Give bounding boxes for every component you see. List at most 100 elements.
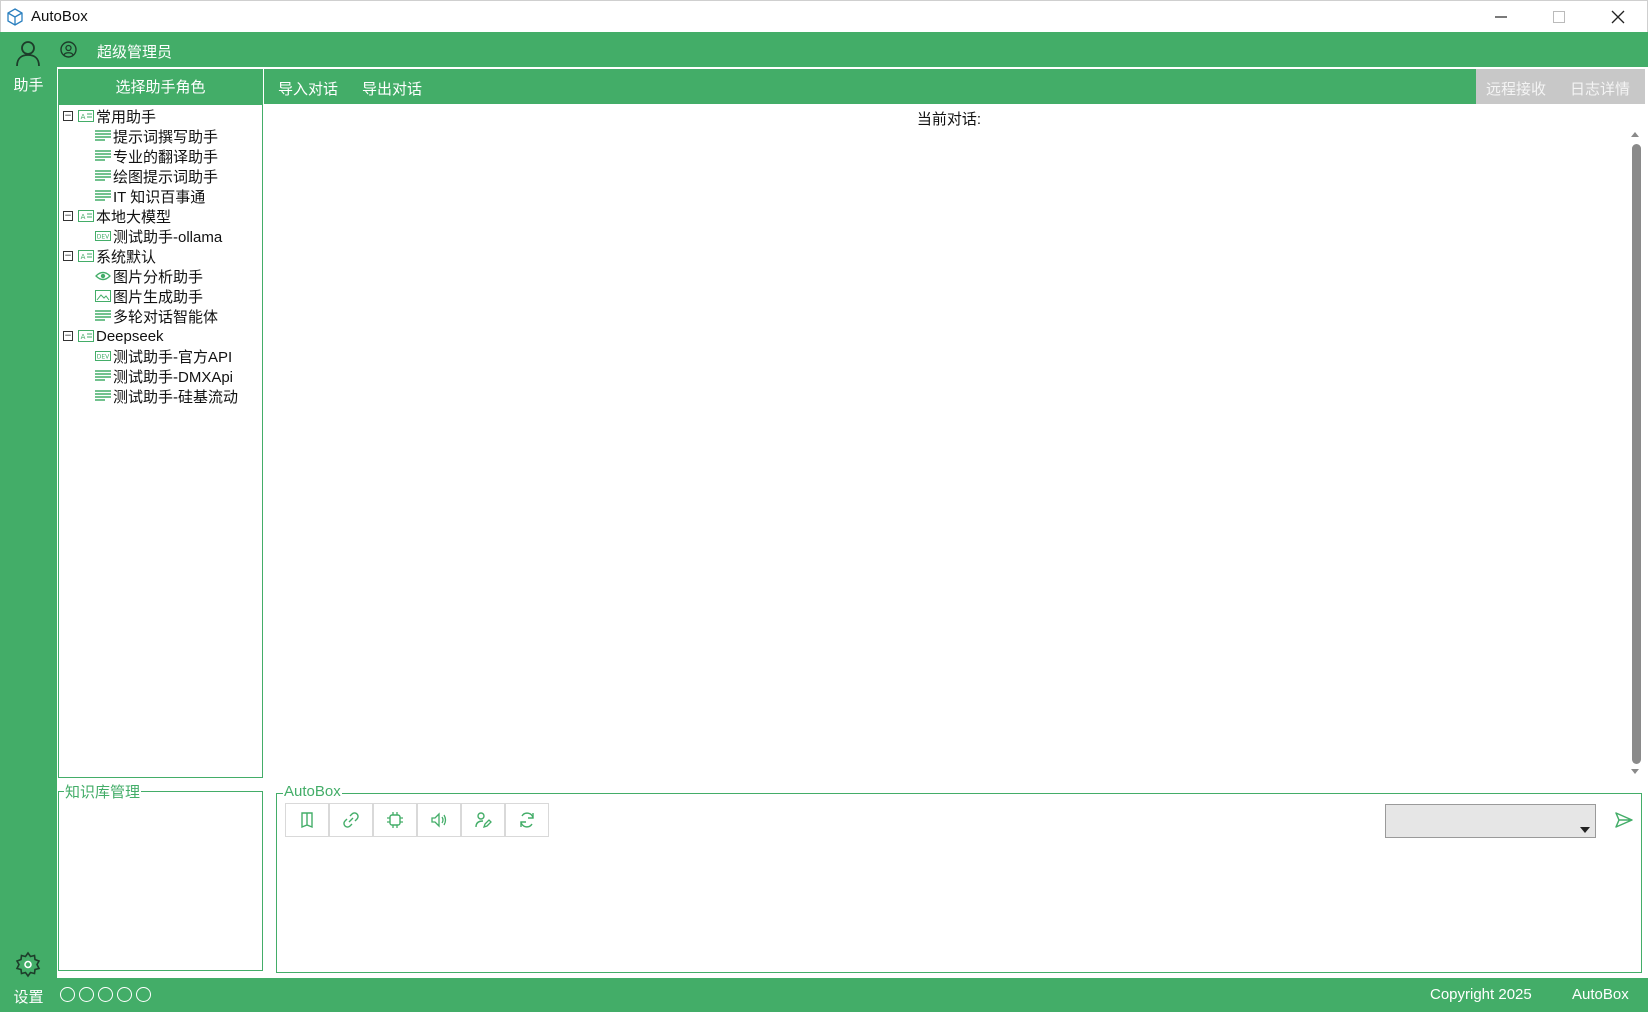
- log-details-button[interactable]: 日志详情: [1570, 78, 1630, 99]
- tree-item[interactable]: DEV 测试助手-官方API: [63, 346, 259, 366]
- tree-item[interactable]: 提示词撰写助手: [63, 126, 259, 146]
- lines-icon: [95, 190, 111, 202]
- tree-item-label: 绘图提示词助手: [113, 168, 219, 186]
- app-cube-icon: [6, 8, 24, 26]
- collapse-toggle-icon[interactable]: −: [63, 211, 73, 221]
- tree-group[interactable]: − A 常用助手: [63, 106, 259, 126]
- lines-icon: [95, 150, 111, 162]
- tree-group[interactable]: − A Deepseek: [63, 326, 259, 346]
- tree-item[interactable]: 测试助手-硅基流动: [63, 386, 259, 406]
- book-icon[interactable]: [285, 803, 329, 837]
- group-folder-icon: A: [78, 250, 94, 262]
- tree-item[interactable]: 测试助手-DMXApi: [63, 366, 259, 386]
- minimize-button[interactable]: [1474, 1, 1528, 33]
- group-folder-icon: A: [78, 110, 94, 122]
- tree-item-label: 测试助手-DMXApi: [113, 368, 234, 386]
- status-dot[interactable]: [136, 987, 151, 1002]
- lines-icon: [95, 390, 111, 402]
- tree-item[interactable]: 专业的翻译助手: [63, 146, 259, 166]
- left-rail: 助手 设置: [0, 32, 57, 1012]
- window-title: AutoBox: [31, 8, 88, 25]
- gear-icon[interactable]: [14, 951, 42, 979]
- tree-group-label: 系统默认: [96, 248, 157, 266]
- status-dot[interactable]: [79, 987, 94, 1002]
- input-group-title: AutoBox: [283, 783, 342, 800]
- user-name[interactable]: 超级管理员: [97, 41, 172, 62]
- lines-icon: [95, 170, 111, 182]
- tree-group-label: Deepseek: [96, 327, 164, 345]
- user-bar: 超级管理员: [57, 32, 1648, 67]
- tree-item-label: 测试助手-ollama: [113, 228, 223, 246]
- tree-item-label: 提示词撰写助手: [113, 128, 219, 146]
- tree-item-label: 测试助手-硅基流动: [113, 388, 238, 406]
- tree-item-label: 图片生成助手: [113, 288, 204, 306]
- tree-item[interactable]: 多轮对话智能体: [63, 306, 259, 326]
- import-conversation-button[interactable]: 导入对话: [278, 78, 338, 99]
- tree-item[interactable]: 图片分析助手: [63, 266, 259, 286]
- tree-group[interactable]: − A 系统默认: [63, 246, 259, 266]
- role-panel: 选择助手角色 − A 常用助手 提示词撰写助手 专业的翻译助手 绘图提示词助手 IT 知识百…: [58, 69, 263, 778]
- dev-icon: DEV: [95, 230, 111, 242]
- input-group: AutoBox: [276, 783, 1642, 973]
- scroll-down-arrow-icon[interactable]: [1630, 768, 1640, 776]
- chip-icon[interactable]: [373, 803, 417, 837]
- send-icon: [1615, 812, 1633, 828]
- tree-item-label: 多轮对话智能体: [113, 308, 219, 326]
- svg-text:A: A: [81, 113, 86, 121]
- lines-icon: [95, 310, 111, 322]
- status-dot[interactable]: [60, 987, 75, 1002]
- group-folder-icon: A: [78, 210, 94, 222]
- chevron-down-icon: [1580, 827, 1590, 833]
- knowledge-panel: 知识库管理: [58, 781, 263, 971]
- tree-item[interactable]: 绘图提示词助手: [63, 166, 259, 186]
- brand-text: AutoBox: [1572, 986, 1629, 1003]
- user-edit-icon[interactable]: [461, 803, 505, 837]
- status-dot[interactable]: [117, 987, 132, 1002]
- chat-toolbar-right: 远程接收 日志详情: [1476, 69, 1645, 104]
- copyright-text: Copyright 2025: [1430, 986, 1532, 1003]
- speaker-icon[interactable]: [417, 803, 461, 837]
- tree-item[interactable]: 图片生成助手: [63, 286, 259, 306]
- model-select[interactable]: [1385, 804, 1596, 838]
- tree-group[interactable]: − A 本地大模型: [63, 206, 259, 226]
- assistant-user-icon[interactable]: [14, 39, 42, 67]
- image-icon: [95, 290, 111, 302]
- link-icon[interactable]: [329, 803, 373, 837]
- send-button[interactable]: [1610, 805, 1638, 835]
- svg-text:A: A: [81, 213, 86, 221]
- scroll-up-arrow-icon[interactable]: [1630, 130, 1640, 138]
- dev-icon: DEV: [95, 350, 111, 362]
- lines-icon: [95, 130, 111, 142]
- refresh-icon[interactable]: [505, 803, 549, 837]
- tree-item[interactable]: IT 知识百事通: [63, 186, 259, 206]
- scroll-thumb[interactable]: [1632, 144, 1641, 764]
- chat-toolbar: 导入对话 导出对话: [264, 69, 1476, 104]
- knowledge-panel-title: 知识库管理: [64, 781, 142, 802]
- group-folder-icon: A: [78, 330, 94, 342]
- collapse-toggle-icon[interactable]: −: [63, 331, 73, 341]
- tree-item-label: 测试助手-官方API: [113, 348, 233, 366]
- eye-icon: [95, 270, 111, 282]
- collapse-toggle-icon[interactable]: −: [63, 251, 73, 261]
- title-bar: AutoBox: [0, 0, 1648, 32]
- tree-group-label: 本地大模型: [96, 208, 172, 226]
- role-panel-header[interactable]: 选择助手角色: [59, 70, 262, 105]
- assistant-label[interactable]: 助手: [0, 74, 57, 95]
- tree-item[interactable]: DEV 测试助手-ollama: [63, 226, 259, 246]
- tree-item-label: 专业的翻译助手: [113, 148, 219, 166]
- svg-text:DEV: DEV: [97, 234, 110, 241]
- tree-group-label: 常用助手: [96, 108, 157, 126]
- conversation-scrollbar[interactable]: [1628, 128, 1642, 780]
- status-dot[interactable]: [98, 987, 113, 1002]
- close-button[interactable]: [1591, 1, 1645, 33]
- settings-label[interactable]: 设置: [0, 986, 57, 1007]
- collapse-toggle-icon[interactable]: −: [63, 111, 73, 121]
- tree-item-label: 图片分析助手: [113, 268, 204, 286]
- lines-icon: [95, 370, 111, 382]
- svg-text:A: A: [81, 253, 86, 261]
- role-tree: − A 常用助手 提示词撰写助手 专业的翻译助手 绘图提示词助手 IT 知识百事通 − A 本地大…: [63, 106, 259, 406]
- svg-text:DEV: DEV: [97, 354, 110, 361]
- maximize-button[interactable]: [1532, 1, 1586, 33]
- export-conversation-button[interactable]: 导出对话: [362, 78, 422, 99]
- remote-receive-button[interactable]: 远程接收: [1486, 78, 1546, 99]
